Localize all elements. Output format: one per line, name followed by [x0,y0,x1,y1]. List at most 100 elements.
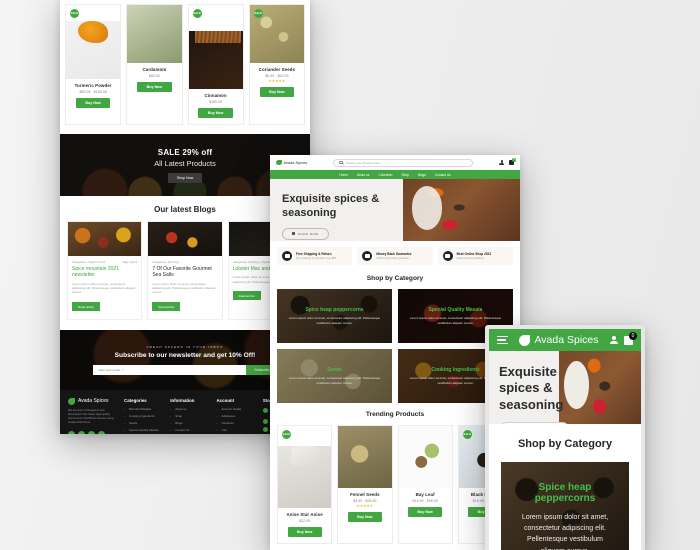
hero-title: Exquisite spices & seasoning [499,364,564,412]
product-card[interactable]: Cardamom $80.00 Buy Now [126,4,183,125]
product-card[interactable]: SALE Cinnamon $180.00 Buy Now [187,4,244,125]
footer-column-heading: Account [216,397,235,403]
feature-subtitle: Free shipping on all orders over $95. [296,257,337,261]
product-card[interactable]: Fennel Seeds $4.99 - $28.99 ★★★★★ Buy No… [337,425,393,544]
buy-now-button[interactable]: Buy Now [259,87,295,97]
buy-now-button[interactable]: Buy Now [198,108,233,118]
search-input[interactable]: Search your Product here [333,158,474,167]
hero-shop-now-button[interactable]: SHOP NOW [282,227,329,240]
sale-title: SALE 29% off [157,147,213,157]
twitter-icon[interactable] [78,430,85,434]
footer-link[interactable]: Addresses [217,414,256,418]
instagram-icon[interactable] [88,430,95,434]
footer-link[interactable]: Contact Us [170,428,209,432]
newsletter-kicker: FRESH OFFERS IN YOUR INBOX [146,344,224,349]
footer-link[interactable]: Special Quality Masala [124,428,163,432]
product-price: $80.00 [148,74,160,78]
blog-title[interactable]: 7 Of Our Favorite Gourmet Sea Salts [152,266,217,279]
footer-link[interactable]: Seeds [124,421,163,425]
blog-image [148,222,222,256]
blog-title[interactable]: Spice mountain 2021 newsletter [72,266,137,279]
product-name: Cardamom [142,67,167,72]
product-name: Anise Star Anise [286,512,323,517]
product-image [398,426,452,488]
nav-item-collection[interactable]: Collection [378,173,392,177]
account-icon[interactable] [610,336,618,344]
nav-item-home[interactable]: Home [339,173,348,177]
footer-link[interactable]: Shop [170,414,209,418]
read-article-button[interactable]: Read article [152,302,181,312]
category-card[interactable]: Spice heap peppercorns Lorem ipsum dolor… [277,289,392,343]
mobile-hero-section: Exquisite spices & seasoning SHOP NOW [489,351,641,424]
cart-icon [442,251,453,261]
site-logo[interactable]: Avada Spices [276,159,308,166]
footer-link[interactable]: Cooking Ingredients [124,414,163,418]
search-placeholder: Search your Product here [345,160,381,165]
category-card[interactable]: Seeds Lorem ipsum dolor sit amet, consec… [277,349,392,403]
read-article-button[interactable]: Read article [232,291,261,301]
footer-column-categories: Categories Blended Masalas Cooking Ingre… [124,398,163,434]
newsletter-email-input[interactable] [92,364,247,375]
hero-shop-now-button[interactable]: SHOP NOW [499,421,571,424]
hamburger-icon[interactable] [497,335,508,345]
mobile-logo[interactable]: Avada Spices [514,334,604,346]
nav-item-about[interactable]: About us [357,173,370,177]
footer-link[interactable]: About us [170,407,209,411]
footer-link[interactable]: Cart [217,428,256,432]
sale-badge: SALE [192,9,202,18]
leaf-icon [276,159,282,166]
cart-icon[interactable]: 0 [508,158,516,165]
buy-now-button[interactable]: Buy Now [75,98,111,108]
product-price: $14.99 - $98.99 [412,499,438,503]
sale-badge: SALE [282,430,291,439]
read-article-button[interactable]: Read article [72,302,101,312]
desktop-page-mockup: Avada Spices Search your Product here 0 … [270,155,520,550]
category-title: Spice heap peppercorns [534,482,596,504]
footer-link[interactable]: Account details [217,407,256,411]
category-title: Cooking Ingredients [431,366,480,373]
trending-products-grid: SALE Anise Star Anise $32.00 Buy Now Fen… [270,425,520,550]
product-image [127,5,182,63]
footer-link[interactable]: Blogs [170,421,209,425]
social-links[interactable] [68,430,117,434]
product-strip: SALE Turmeric Powder $50.99 - $160.99 Bu… [60,0,310,134]
product-card[interactable]: SALE Anise Star Anise $32.00 Buy Now [277,425,333,544]
product-card[interactable]: Bay Leaf $14.99 - $98.99 Buy Now [397,425,453,544]
rating-stars: ★★★★★ [356,504,374,508]
footer-link[interactable]: Blended Masalas [124,407,163,411]
product-price: $4.99 - $28.99 [353,499,377,503]
sale-badge: SALE [462,430,472,439]
logo-text: Avada Spices [283,160,308,165]
feature-title: Free Shipping & Return [296,251,332,256]
account-icon[interactable] [499,160,504,165]
cart-icon[interactable]: 0 [624,331,637,345]
mobile-header: Avada Spices 0 [489,329,641,351]
mobile-category-card[interactable]: Spice heap peppercorns Lorem ipsum dolor… [501,462,629,550]
search-icon [339,160,343,165]
youtube-icon[interactable] [98,430,105,434]
hero-image [402,179,520,241]
category-description: Lorem ipsum dolor sit amet, consectetur … [409,315,502,325]
sale-shop-now-button[interactable]: Shop Now [167,172,203,183]
blog-card[interactable]: Categories: Organic Food Tags: Spice Spi… [67,221,143,320]
buy-now-button[interactable]: Buy Now [287,527,322,537]
nav-item-contact[interactable]: Contact Us [435,173,451,177]
blog-card[interactable]: Categories: Farming 7 Of Our Favorite Go… [147,221,223,320]
nav-item-shop[interactable]: Shop [401,173,408,177]
product-card[interactable]: SALE Coriander Seeds $6.99 - $62.99 ★★★★… [248,4,305,125]
buy-now-button[interactable]: Buy Now [408,507,443,517]
mobile-logo-text: Avada Spices [534,334,599,346]
truck-icon [282,251,292,261]
mobile-shop-by-category-title: Shop by Category [489,424,641,462]
nav-item-blogs[interactable]: Blogs [418,173,426,177]
facebook-icon[interactable] [68,430,75,434]
buy-now-button[interactable]: Buy Now [347,512,382,522]
product-price: $6.99 - $62.99 [265,74,289,78]
buy-now-button[interactable]: Buy Now [137,82,172,92]
category-title: Spice heap peppercorns [305,306,364,313]
product-card[interactable]: SALE Turmeric Powder $50.99 - $160.99 Bu… [65,4,122,125]
product-name: Coriander Seeds [258,67,296,72]
footer-link[interactable]: Checkout [217,421,256,425]
footer-logo: Avada Spices [68,397,117,405]
product-image [338,426,392,488]
